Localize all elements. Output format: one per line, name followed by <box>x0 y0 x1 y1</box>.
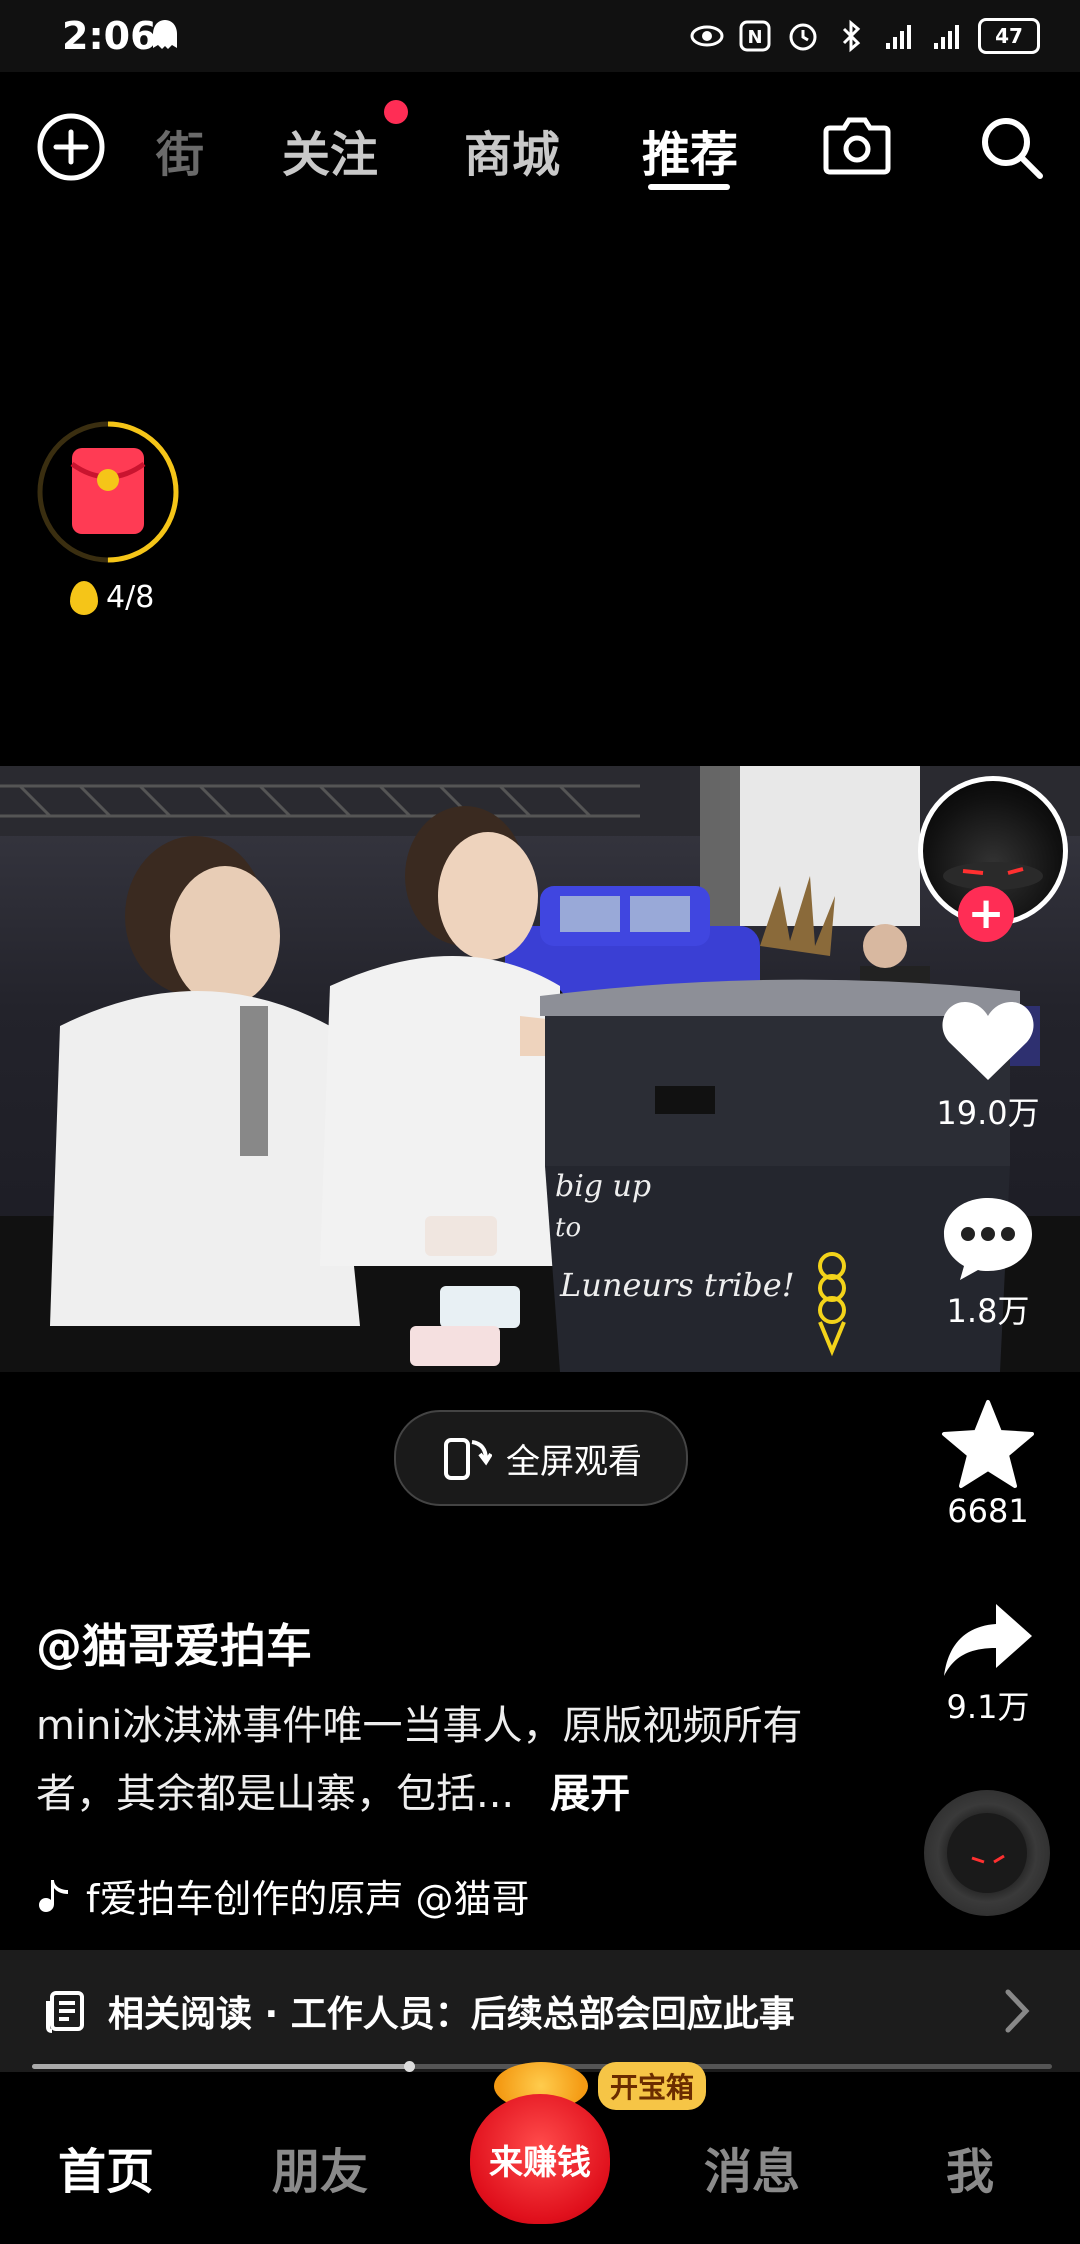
related-reading-text: 相关阅读 · 工作人员：后续总部会回应此事 <box>108 1994 795 2035</box>
earn-money-button[interactable]: 来赚钱 开宝箱 <box>470 2060 707 2230</box>
description-text: mini冰淇淋事件唯一当事人，原版视频所有者，其余都是山寨，包括... <box>36 1703 803 1817</box>
follow-button[interactable]: + <box>958 886 1014 942</box>
svg-text:N: N <box>747 27 762 48</box>
tab-following[interactable]: 关注 <box>282 115 378 185</box>
author-name[interactable]: @猫哥爱拍车 <box>36 1610 312 1676</box>
share-count: 9.1万 <box>946 1688 1030 1726</box>
video-handwriting-line3: Luneurs tribe! <box>559 1266 795 1304</box>
status-icons: N 47 <box>690 18 1040 54</box>
star-icon <box>942 1400 1034 1488</box>
video-handwriting-line2: to <box>555 1213 581 1243</box>
comment-action[interactable]: 1.8万 <box>918 1192 1058 1332</box>
music-note-icon <box>39 1879 68 1912</box>
plus-circle-icon[interactable] <box>36 112 106 182</box>
status-bar: 2:06 N 47 <box>0 0 1080 72</box>
active-tab-underline <box>648 184 730 190</box>
eye-icon <box>690 25 724 47</box>
comment-count: 1.8万 <box>946 1292 1030 1330</box>
video-handwriting-line1: big up <box>555 1169 651 1204</box>
music-info[interactable]: f爱拍车创作的原声 @猫哥 <box>36 1868 529 1923</box>
tab-street[interactable]: 街 <box>156 115 204 185</box>
gold-egg-icon <box>70 580 98 615</box>
share-action[interactable]: 9.1万 <box>918 1600 1058 1728</box>
like-count: 19.0万 <box>936 1094 1040 1132</box>
battery-indicator: 47 <box>978 18 1040 54</box>
article-icon <box>46 1991 84 2033</box>
notification-dot <box>384 100 408 124</box>
expand-button[interactable]: 展开 <box>550 1771 630 1817</box>
earn-money-label: 来赚钱 <box>470 2094 610 2224</box>
rotate-screen-icon <box>444 1438 492 1480</box>
nfc-icon: N <box>739 20 771 52</box>
ghost-icon <box>153 20 177 49</box>
red-packet-progress-text: 4/8 <box>106 580 155 615</box>
bluetooth-icon <box>842 19 861 53</box>
favorite-count: 6681 <box>947 1492 1029 1530</box>
fullscreen-button[interactable]: 全屏观看 <box>394 1410 688 1506</box>
red-packet-widget[interactable]: 4/8 <box>36 420 180 615</box>
tab-mall[interactable]: 商城 <box>464 115 560 185</box>
tab-home[interactable]: 首页 <box>58 2132 154 2202</box>
chevron-right-icon <box>1005 1989 1030 2033</box>
red-packet-ring <box>37 421 179 563</box>
tab-me[interactable]: 我 <box>946 2132 994 2202</box>
status-time: 2:06 <box>62 14 157 58</box>
music-disc[interactable] <box>924 1790 1050 1916</box>
favorite-action[interactable]: 6681 <box>918 1398 1058 1530</box>
playback-progress-fill <box>32 2064 410 2069</box>
camera-icon[interactable] <box>822 112 892 176</box>
signal-4g-icon <box>886 25 911 49</box>
video-description: mini冰淇淋事件唯一当事人，原版视频所有者，其余都是山寨，包括... 展开 <box>36 1692 876 1828</box>
tab-messages[interactable]: 消息 <box>704 2132 800 2202</box>
related-reading-bar[interactable]: 相关阅读 · 工作人员：后续总部会回应此事 <box>0 1950 1080 2072</box>
red-packet-count: 4/8 <box>70 580 154 615</box>
fullscreen-label: 全屏观看 <box>506 1441 642 1482</box>
comment-icon <box>944 1198 1032 1280</box>
open-treasure-badge: 开宝箱 <box>598 2062 707 2110</box>
tab-recommend[interactable]: 推荐 <box>642 115 738 185</box>
tab-friends[interactable]: 朋友 <box>272 2132 368 2202</box>
heart-icon <box>942 1002 1034 1080</box>
music-title: f爱拍车创作的原声 @猫哥 <box>86 1877 530 1921</box>
share-icon <box>944 1604 1032 1676</box>
alarm-icon <box>789 23 817 51</box>
like-action[interactable]: 19.0万 <box>918 996 1058 1134</box>
search-icon[interactable] <box>976 112 1046 182</box>
signal-4g-icon <box>934 25 959 49</box>
top-nav: 街 关注 商城 推荐 <box>0 90 1080 200</box>
